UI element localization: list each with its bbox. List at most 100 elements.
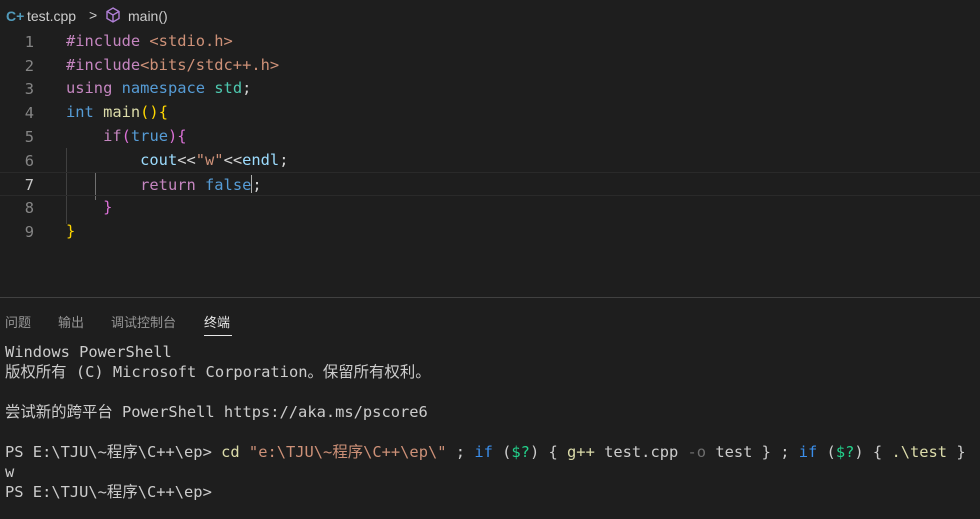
terminal-text: .\test (891, 443, 948, 461)
code-token: if (103, 126, 122, 145)
tab-debug-console[interactable]: 调试控制台 (111, 312, 176, 331)
code-token: #include (66, 55, 141, 74)
code-token: using (66, 79, 122, 98)
code-text: using namespace std; (66, 79, 251, 97)
terminal-text: -o (687, 443, 707, 461)
line-number: 7 (24, 176, 34, 195)
code-token: cout (140, 150, 178, 169)
code-text: } (66, 222, 75, 240)
line-number: 6 (24, 151, 34, 170)
terminal-text: $? (835, 443, 855, 461)
code-token: ) (167, 126, 178, 145)
terminal-output[interactable]: Windows PowerShell 版权所有 (C) Microsoft Cor… (5, 342, 966, 502)
code-text: #include <stdio.h> (66, 32, 233, 50)
code-token: <bits/stdc++.h> (140, 55, 280, 74)
bottom-panel: 问题 输出 调试控制台 终端 Windows PowerShell 版权所有 (C… (0, 297, 980, 519)
code-token: ( (121, 126, 131, 145)
code-line[interactable]: 5 if(true){ (0, 125, 980, 149)
code-token: return (140, 176, 206, 195)
code-token: << (177, 150, 196, 169)
code-text: if(true){ (66, 126, 187, 145)
terminal-line: 尝试新的跨平台 PowerShell https://aka.ms/pscore… (5, 402, 966, 422)
line-number: 5 (24, 127, 34, 146)
code-line[interactable]: 9} (0, 220, 980, 244)
code-line[interactable]: 4 int main(){ (0, 101, 980, 125)
code-token: { (177, 126, 187, 145)
terminal-text: cd (221, 443, 249, 461)
terminal-text: ) { (529, 443, 568, 461)
code-line[interactable]: 8 } (0, 196, 980, 220)
code-line[interactable]: 1 #include <stdio.h> (0, 30, 980, 54)
code-token: std (214, 79, 243, 98)
terminal-text: ( (492, 443, 512, 461)
terminal-text: } (947, 443, 966, 461)
panel-tabs: 问题 输出 调试控制台 终端 (0, 298, 980, 338)
code-line[interactable]: 2 #include<bits/stdc++.h> (0, 54, 980, 78)
code-text: } (66, 198, 112, 216)
code-token: } (66, 221, 76, 240)
tab-output[interactable]: 输出 (58, 312, 84, 331)
breadcrumb-file[interactable]: test.cpp (27, 8, 76, 24)
terminal-text: 尝试新的跨平台 PowerShell https://aka.ms/pscore… (5, 403, 428, 421)
code-line[interactable]: 6 cout<<"w"<<endl; (0, 149, 980, 173)
terminal-text: "e:\TJU\~程序\C++\ep\" (248, 443, 447, 461)
code-token: ; (252, 176, 262, 195)
code-token: int (66, 103, 104, 122)
terminal-text: ( (817, 443, 836, 461)
code-token: false (205, 176, 252, 195)
terminal-text: w (5, 463, 15, 481)
code-line[interactable]: 7 return false; (0, 172, 980, 196)
terminal-text: ; (446, 443, 475, 461)
terminal-text: test.cpp (594, 443, 688, 461)
code-line[interactable]: 3 using namespace std; (0, 77, 980, 101)
terminal-text: if (474, 443, 493, 461)
code-text: return false; (66, 175, 262, 194)
terminal-text: PS E:\TJU\~程序\C++\ep> (5, 443, 222, 461)
terminal-line: 版权所有 (C) Microsoft Corporation。保留所有权利。 (5, 362, 966, 382)
code-token: { (158, 103, 168, 122)
terminal-text: ) { (854, 443, 892, 461)
line-number: 9 (24, 222, 34, 241)
code-token: endl (242, 150, 280, 169)
line-number: 4 (24, 104, 34, 123)
code-editor[interactable]: 1 #include <stdio.h> 2 #include<bits/stdc++… (0, 30, 980, 296)
terminal-line: PS E:\TJU\~程序\C++\ep> (5, 482, 966, 502)
breadcrumb: C+ test.cpp > main() (0, 0, 980, 32)
active-tab-indicator (204, 335, 232, 336)
tab-problems[interactable]: 问题 (5, 312, 31, 331)
breadcrumb-symbol[interactable]: main() (128, 8, 168, 24)
code-token: << (223, 150, 243, 169)
code-token: } (103, 197, 113, 216)
terminal-line: PS E:\TJU\~程序\C++\ep> cd "e:\TJU\~程序\C++… (5, 442, 966, 462)
method-cube-icon (106, 7, 120, 23)
terminal-text: 版权所有 (C) Microsoft Corporation。保留所有权利。 (5, 363, 431, 381)
terminal-text: test } ; (706, 443, 799, 461)
line-number: 2 (24, 56, 34, 75)
cpp-file-icon: C+ (6, 8, 25, 24)
terminal-text: $? (511, 443, 530, 461)
code-text: #include<bits/stdc++.h> (66, 56, 279, 74)
line-number: 8 (24, 198, 34, 217)
code-token: () (140, 103, 159, 122)
terminal-line: w (5, 462, 966, 482)
terminal-line: Windows PowerShell (5, 342, 966, 362)
code-text: cout<<"w"<<endl; (66, 151, 288, 169)
line-number: 1 (24, 33, 34, 51)
code-token: ; (242, 79, 252, 98)
terminal-text: Windows PowerShell (5, 343, 172, 361)
code-token: <stdio.h> (149, 32, 233, 50)
code-token: #include (66, 32, 150, 50)
tab-terminal[interactable]: 终端 (204, 312, 230, 331)
code-token: main (103, 103, 141, 122)
code-text: int main(){ (66, 103, 168, 121)
code-token: true (130, 126, 168, 145)
code-token: namespace (121, 79, 215, 98)
terminal-text: if (798, 443, 818, 461)
terminal-text: g++ (567, 443, 595, 461)
